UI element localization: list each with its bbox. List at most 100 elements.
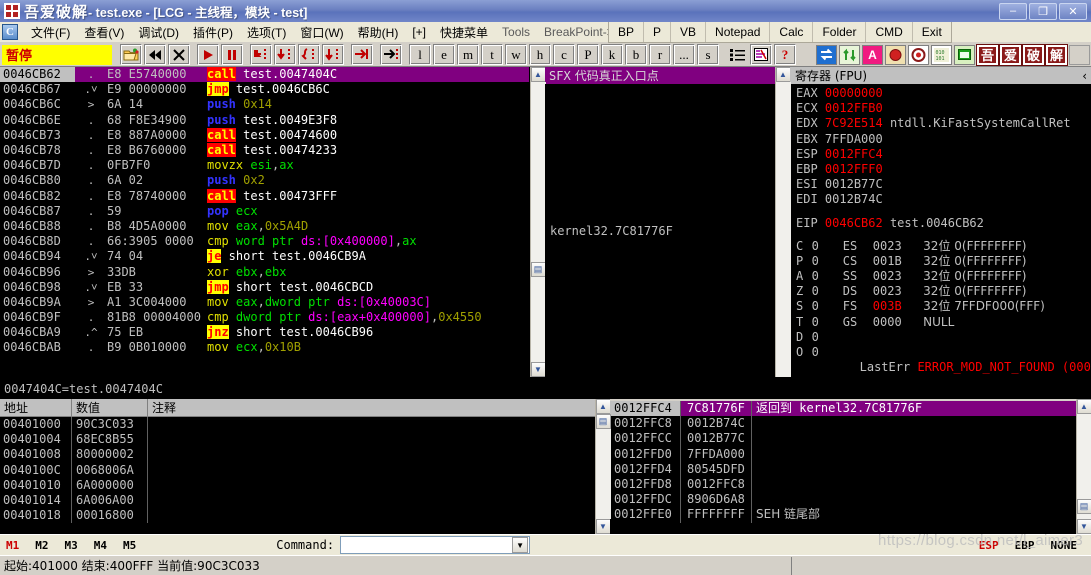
scroll-thumb[interactable]: ▤: [530, 262, 546, 277]
dump-row[interactable]: 00401008 80000002: [0, 447, 595, 463]
xmenu-calc[interactable]: Calc: [770, 22, 814, 42]
xmenu-notepad[interactable]: Notepad: [706, 22, 771, 42]
indicator-ebp[interactable]: EBP: [1015, 539, 1035, 552]
flag-value[interactable]: 0: [812, 269, 843, 284]
list-icon[interactable]: [726, 44, 748, 65]
register-line[interactable]: ESP 0012FFC4: [796, 147, 1091, 162]
register-line[interactable]: EAX 00000000: [796, 86, 1091, 101]
memory-slot-m2[interactable]: M2: [29, 539, 58, 552]
disassembly-row[interactable]: 0046CB82. E8 78740000 call test.00473FFF: [0, 188, 529, 204]
register-value[interactable]: 0012B77C: [825, 177, 883, 191]
dump-row[interactable]: 00401018 00016800: [0, 508, 595, 524]
register-value[interactable]: 0012FFC4: [825, 147, 883, 161]
open-folder-icon[interactable]: [120, 44, 142, 65]
stack-row[interactable]: 0012FFC4 7C81776F 返回到 kernel32.7C81776F: [610, 401, 1076, 417]
registers-pane[interactable]: 寄存器 (FPU) ‹ EAX 00000000 ECX 0012FFB0 EDX …: [790, 67, 1091, 377]
disassembly-scrollbar[interactable]: ▲ ▤ ▼: [530, 67, 546, 377]
toolbar-letter-s[interactable]: s: [697, 44, 719, 65]
command-input[interactable]: ▼: [340, 536, 531, 554]
script-icon[interactable]: [750, 44, 772, 65]
disassembly-row[interactable]: 0046CB78. E8 B6760000 call test.00474233: [0, 143, 529, 158]
dump-header-value[interactable]: 数值: [72, 399, 148, 416]
register-line[interactable]: EBX 7FFDA000: [796, 132, 1091, 147]
window-icon[interactable]: [954, 44, 975, 65]
stack-scroll-thumb[interactable]: ▤: [1076, 499, 1091, 514]
segment-value[interactable]: 0023: [873, 239, 923, 254]
segment-value[interactable]: 0023: [873, 269, 923, 284]
stack-scroll-track[interactable]: ▤: [1076, 414, 1091, 519]
menu-item-plugins[interactable]: 插件(P): [186, 22, 240, 43]
updown-arrows-icon[interactable]: [839, 44, 860, 65]
toolbar-letter-P[interactable]: P: [577, 44, 599, 65]
cjk-button-ai[interactable]: 爱: [999, 43, 1022, 66]
execute-till-return-icon[interactable]: [351, 44, 373, 65]
register-value[interactable]: 7FFDA000: [825, 132, 883, 146]
xmenu-vb[interactable]: VB: [671, 22, 707, 42]
minimize-button[interactable]: –: [999, 2, 1027, 20]
cjk-button-jie[interactable]: 解: [1045, 43, 1068, 66]
disassembly-row[interactable]: 0046CBAB. B9 0B010000 mov ecx,0x10B: [0, 340, 529, 355]
binary-icon[interactable]: 010 101: [931, 44, 952, 65]
stack-scroll-down-icon[interactable]: ▼: [1076, 519, 1091, 534]
disassembly-row[interactable]: 0046CBA9 .^ 75 EB jnz short test.0046CB96: [0, 325, 529, 340]
dump-scroll-down-icon[interactable]: ▼: [595, 519, 611, 534]
sfx-scrollbar[interactable]: ▲: [775, 67, 791, 377]
sfx-scroll-up-icon[interactable]: ▲: [775, 67, 791, 82]
stack-pane[interactable]: 0012FFC4 7C81776F 返回到 kernel32.7C81776F 001…: [610, 399, 1076, 534]
disassembly-row[interactable]: 0046CB9A > A1 3C004000 mov eax,dword ptr ds…: [0, 295, 529, 310]
flag-segment-line[interactable]: O0: [796, 345, 1091, 360]
dump-pane[interactable]: 地址 数值 注释 00401000 90C3C033 00401004 68EC8B5…: [0, 399, 595, 534]
register-value[interactable]: 00000000: [825, 86, 883, 100]
step-over-icon[interactable]: [274, 44, 296, 65]
scroll-up-icon[interactable]: ▲: [530, 67, 546, 82]
disassembly-row[interactable]: 0046CB88. B8 4D5A0000 mov eax,0x5A4D: [0, 219, 529, 234]
execute-till-cursor-icon[interactable]: [380, 44, 402, 65]
run-icon[interactable]: [197, 44, 219, 65]
dump-row[interactable]: 00401010 6A000000: [0, 477, 595, 493]
flag-segment-line[interactable]: Z 0 DS 0023 32位 0(FFFFFFFF): [796, 284, 1091, 299]
menu-item-help[interactable]: 帮助(H): [351, 22, 406, 43]
flag-value[interactable]: 0: [812, 299, 843, 314]
register-line[interactable]: ECX 0012FFB0: [796, 101, 1091, 116]
close-button[interactable]: ✕: [1059, 2, 1087, 20]
step-into-icon[interactable]: [250, 44, 272, 65]
dump-row[interactable]: 00401000 90C3C033: [0, 417, 595, 433]
disassembly-row[interactable]: 0046CB94 .˅ 74 04 je short test.0046CB9A: [0, 249, 529, 264]
indicator-esp[interactable]: ESP: [979, 539, 999, 552]
dump-scroll-up-icon[interactable]: ▲: [595, 399, 611, 414]
disassembly-row[interactable]: 0046CB6E. 68 F8E34900 push test.0049E3F8: [0, 113, 529, 128]
target-icon[interactable]: [908, 44, 929, 65]
disassembly-row[interactable]: 0046CB8D. 66:3905 0000 cmp word ptr ds:[0x…: [0, 234, 529, 249]
disassembly-pane[interactable]: 0046CB62. E8 E5740000 call test.0047404C 00…: [0, 67, 530, 377]
flag-value[interactable]: 0: [812, 254, 843, 269]
toolbar-letter-r[interactable]: r: [649, 44, 671, 65]
flag-value[interactable]: 0: [812, 315, 843, 330]
disassembly-row[interactable]: 0046CB98 .˅ EB 33 jmp short test.0046CBCD: [0, 279, 529, 295]
toolbar-letter-t[interactable]: t: [481, 44, 503, 65]
disassembly-row[interactable]: 0046CB7D. 0FB7F0 movzx esi,ax: [0, 158, 529, 173]
xmenu-exit[interactable]: Exit: [913, 22, 951, 42]
memory-slot-m5[interactable]: M5: [117, 539, 146, 552]
stack-scroll-up-icon[interactable]: ▲: [1076, 399, 1091, 414]
stack-row[interactable]: 0012FFC8 0012B74C: [610, 416, 1076, 432]
dump-header-address[interactable]: 地址: [0, 399, 72, 416]
flag-value[interactable]: 0: [812, 284, 843, 299]
chevron-left-icon[interactable]: ‹: [1082, 69, 1087, 83]
register-line[interactable]: EBP 0012FFF0: [796, 162, 1091, 177]
register-line[interactable]: EDX 7C92E514 ntdll.KiFastSystemCallRet: [796, 116, 1091, 131]
stack-row[interactable]: 0012FFCC 0012B77C: [610, 431, 1076, 447]
indicator-none[interactable]: NONE: [1051, 539, 1078, 552]
memory-slot-m1[interactable]: M1: [0, 539, 29, 552]
dump-row[interactable]: 00401014 6A006A00: [0, 492, 595, 509]
menu-item-file[interactable]: 文件(F): [24, 22, 77, 43]
disassembly-row[interactable]: 0046CB73. E8 887A0000 call test.00474600: [0, 127, 529, 143]
toolbar-letter-l[interactable]: l: [409, 44, 431, 65]
toolbar-letter-ellipsis[interactable]: ...: [673, 44, 695, 65]
segment-value[interactable]: 003B: [873, 299, 923, 314]
register-value[interactable]: 7C92E514: [825, 116, 883, 130]
disassembly-row[interactable]: 0046CB62. E8 E5740000 call test.0047404C: [0, 67, 529, 83]
segment-value[interactable]: 0023: [873, 284, 923, 299]
pause-icon[interactable]: [221, 44, 243, 65]
red-dot-icon[interactable]: [885, 44, 906, 65]
scroll-down-icon[interactable]: ▼: [530, 362, 546, 377]
